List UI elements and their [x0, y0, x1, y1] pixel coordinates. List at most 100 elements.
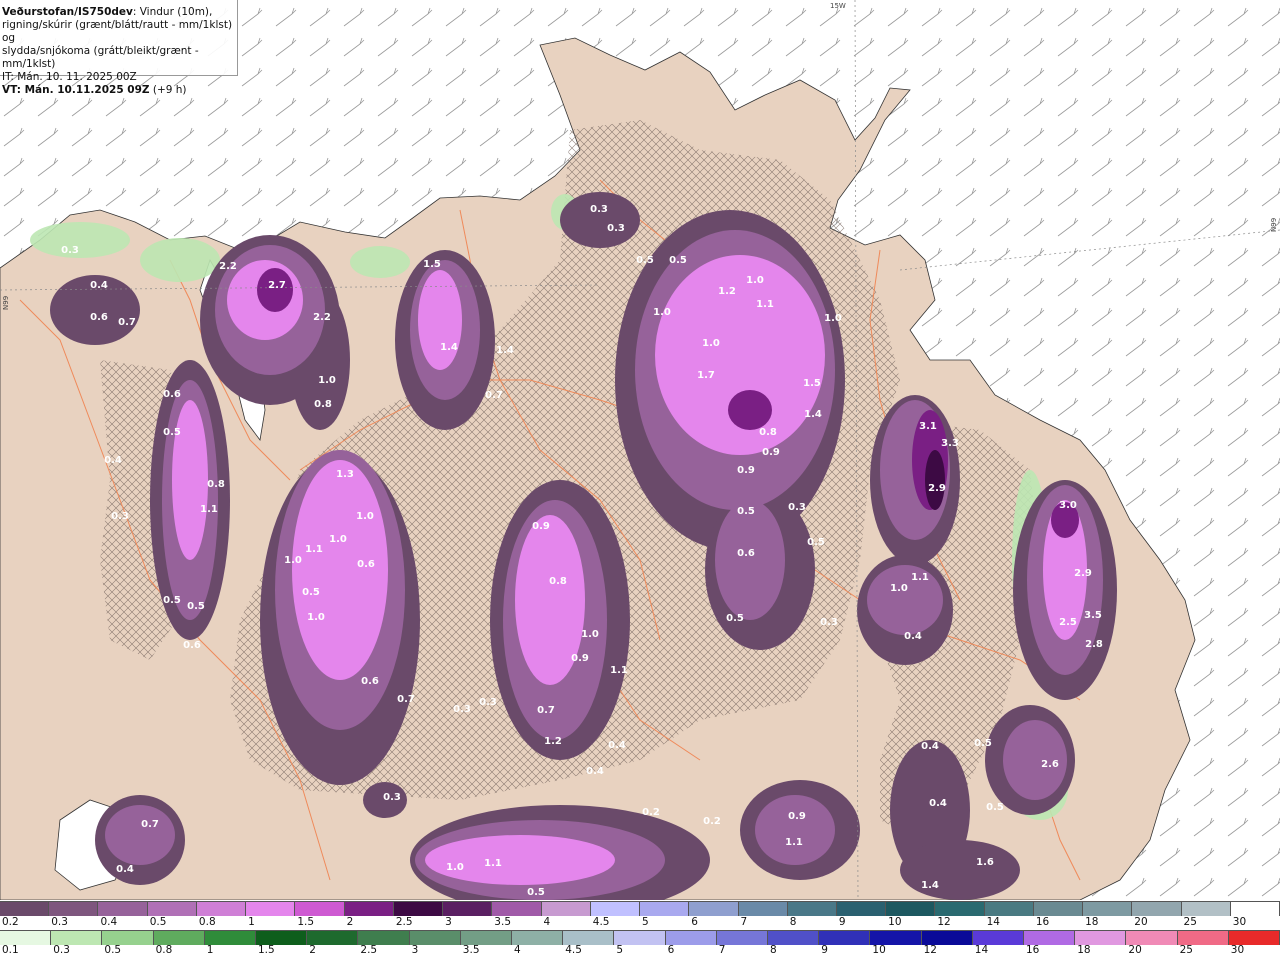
- legend-rain-swatch: [614, 931, 666, 945]
- precip-value-label: 1.1: [911, 572, 929, 583]
- precip-value-label: 0.4: [116, 864, 134, 875]
- legend-rain-label: 0.5: [104, 944, 122, 956]
- precip-value-label: 1.3: [336, 469, 354, 480]
- legend-rain-swatch: [665, 931, 717, 945]
- precip-value-label: 0.2: [703, 816, 721, 827]
- legend-snow-label: 7: [740, 916, 748, 928]
- legend-snow-label: 0.2: [2, 916, 19, 928]
- legend-rain-label: 16: [1026, 944, 1040, 956]
- legend-rain-label: 18: [1077, 944, 1091, 956]
- legend-rain-swatch: [0, 931, 52, 945]
- precip-value-label: 0.9: [737, 465, 755, 476]
- precip-value-label: 0.3: [788, 502, 806, 513]
- legend-rain-label: 2.5: [360, 944, 378, 956]
- precip-value-label: 0.5: [302, 587, 320, 598]
- legend-rain-label: 3.5: [462, 944, 480, 956]
- precip-value-label: 0.2: [642, 807, 660, 818]
- precip-value-label: 0.3: [61, 245, 79, 256]
- legend-snow-label: 9: [838, 916, 846, 928]
- precip-value-label: 0.8: [549, 576, 567, 587]
- map-subtitle-snow: slydda/snjókoma (grátt/bleikt/grænt - mm…: [2, 45, 199, 70]
- precip-value-label: 1.4: [804, 409, 822, 420]
- legend-rain-label: 1.5: [258, 944, 275, 956]
- legend-snow-label: 1: [248, 916, 255, 928]
- legend-snow-swatch: [541, 902, 591, 916]
- precip-value-label: 0.5: [163, 595, 181, 606]
- legend-snow-swatch: [246, 902, 296, 916]
- legend-rain-label: 10: [872, 944, 886, 956]
- precip-value-label: 1.7: [697, 370, 715, 381]
- legend-rain-label: 0.3: [53, 944, 70, 956]
- precip-value-label: 0.7: [485, 390, 503, 401]
- legend-rain-label: 4.5: [565, 944, 582, 956]
- precip-value-label: 1.6: [976, 857, 994, 868]
- legend-rain-swatch: [1228, 931, 1280, 945]
- legend-rain-label: 14: [974, 944, 989, 956]
- legend-snow-label: 4: [543, 916, 551, 928]
- legend-rain-swatch: [870, 931, 922, 945]
- precip-value-label: 2.9: [1074, 568, 1092, 579]
- precip-value-label: 2.2: [219, 261, 237, 272]
- precip-value-label: 1.2: [718, 286, 736, 297]
- legend-rain-label: 7: [718, 944, 726, 956]
- legend-snow-swatch: [443, 902, 493, 916]
- legend-snow-labels: 0.2 0.3 0.4 0.5 0.8 1 1.5 2 2.5 3 3.5 4 4.5 5 6 7 8 9 10 12…: [0, 916, 1280, 930]
- precip-value-label: 2.9: [928, 483, 946, 494]
- precip-value-label: 0.6: [90, 312, 108, 323]
- precip-value-label: 0.9: [571, 653, 589, 664]
- precip-value-label: 1.1: [756, 299, 774, 310]
- precip-value-label: 0.4: [929, 798, 947, 809]
- legend-snow-swatch: [147, 902, 197, 916]
- legend-rain-label: 0.1: [2, 944, 19, 956]
- precip-value-label: 0.3: [607, 223, 625, 234]
- legend-snow-swatch: [1033, 902, 1084, 916]
- legend-rain-label: 4: [514, 944, 521, 956]
- legend-snow-label: 0.4: [100, 916, 118, 928]
- precip-value-label: 1.0: [356, 511, 374, 522]
- legend-snow-label: 0.5: [149, 916, 167, 928]
- precip-value-label: 2.2: [313, 312, 331, 323]
- precip-value-label: 2.7: [268, 280, 286, 291]
- legend-rain-swatch: [1126, 931, 1178, 945]
- precip-value-label: 1.2: [544, 736, 562, 747]
- precip-value-label: 0.4: [586, 766, 604, 777]
- precip-value-label: 0.3: [820, 617, 838, 628]
- legend-rain-swatch: [1024, 931, 1076, 945]
- precip-value-label: 0.6: [737, 548, 755, 559]
- legend-rain-label: 30: [1230, 944, 1245, 956]
- precip-value-label: 1.0: [284, 555, 302, 566]
- legend-snow-label: 3.5: [494, 916, 511, 928]
- map-title: Veðurstofan/IS750dev: Vindur (10m),: [2, 6, 237, 19]
- grid-label-15w: 15W: [830, 2, 846, 10]
- precip-value-label: 0.7: [141, 819, 159, 830]
- map-title-rest: : Vindur (10m),: [132, 6, 213, 18]
- legend-snow-swatch: [492, 902, 542, 916]
- legend-snow-swatch: [738, 902, 788, 916]
- legend-rain-swatch: [307, 931, 359, 945]
- precip-value-label: 0.9: [762, 447, 780, 458]
- legend-rain-colorbar: [0, 930, 1280, 945]
- legend-snow-label: 12: [937, 916, 951, 928]
- legend-rain-swatch: [1177, 931, 1229, 945]
- legend-snow-label: 30: [1232, 916, 1247, 928]
- legend-rain-swatch: [102, 931, 154, 945]
- legend-rain-label: 3: [411, 944, 419, 956]
- legend-snow-swatch: [836, 902, 887, 916]
- precip-value-label: 0.6: [361, 676, 379, 687]
- valid-time-rest: (+9 h): [149, 84, 187, 96]
- precip-value-label: 0.3: [590, 204, 608, 215]
- map-subtitle-rain: rigning/skúrir (grænt/blátt/rautt - mm/1…: [2, 19, 233, 44]
- precip-value-label: 0.7: [118, 317, 136, 328]
- legend-snow-swatch: [393, 902, 444, 916]
- map-info-box: Veðurstofan/IS750dev: Vindur (10m), rign…: [0, 0, 238, 96]
- precip-value-label: 1.0: [653, 307, 671, 318]
- legend-snow-label: 8: [789, 916, 797, 928]
- legend-rain-label: 20: [1128, 944, 1142, 956]
- weather-map[interactable]: 15W N99 N99 0.3 0.4 0.6 0.7 2.2 2.7 2.2 1.0 0.8 1…: [0, 0, 1280, 900]
- legend-snow-label: 5: [642, 916, 649, 928]
- precip-value-label: 0.8: [759, 427, 777, 438]
- precip-value-label: 0.8: [207, 479, 225, 490]
- precip-value-label: 0.5: [737, 506, 755, 517]
- legend-snow-swatch: [935, 902, 985, 916]
- legend-snow-label: 3: [445, 916, 452, 928]
